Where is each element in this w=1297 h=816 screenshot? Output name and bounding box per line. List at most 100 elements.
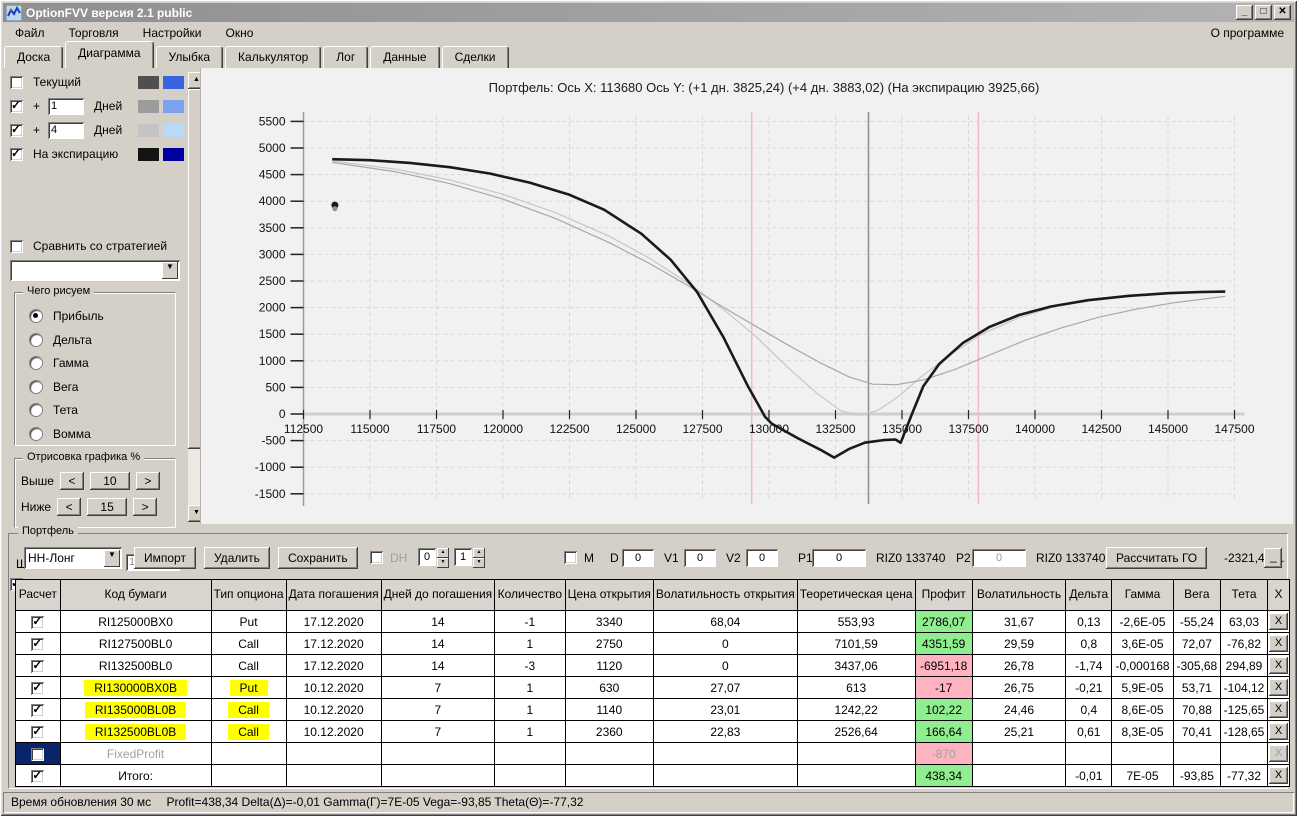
cell-theta: [1220, 742, 1268, 765]
chevron-down-icon[interactable]: ▼: [104, 550, 120, 567]
menu-item-about[interactable]: О программе: [1201, 23, 1294, 43]
table-row[interactable]: ✓ Итого: 438,34 -0,01 7E-05 -93,85 -77,32 X: [15, 764, 1290, 787]
cell-code: RI135000BL0B: [59, 698, 212, 721]
increase-button[interactable]: >: [133, 498, 158, 516]
calc-checkbox[interactable]: [31, 747, 45, 761]
menu-item-Настройки[interactable]: Настройки: [131, 23, 214, 43]
calc-go-button[interactable]: Рассчитать ГО: [1106, 547, 1208, 569]
cell-theta: 63,03: [1220, 610, 1268, 633]
layer-checkbox[interactable]: ✓: [10, 146, 23, 161]
dh-checkbox[interactable]: [370, 551, 383, 564]
tab-Диаграмма[interactable]: Диаграмма: [65, 41, 154, 68]
profit-chart[interactable]: -1500 -1000 -500 0 500 1000 1500 2000 2500 3000 35…: [201, 68, 1293, 524]
table-row[interactable]: ✓ RI135000BL0B Call 10.12.2020 7 1 1140 23,01 12…: [15, 698, 1290, 721]
gray-swatch: [138, 75, 159, 89]
days-input[interactable]: 4: [48, 121, 85, 139]
calc-checkbox[interactable]: ✓: [31, 636, 45, 651]
cell-profit: -17: [914, 676, 973, 699]
strategy-compare-combobox[interactable]: ▼: [10, 260, 180, 281]
remove-row-button[interactable]: X: [1269, 679, 1288, 696]
calc-checkbox[interactable]: ✓: [31, 658, 45, 673]
calc-checkbox[interactable]: ✓: [31, 614, 45, 629]
cell-option-type: Call: [210, 720, 287, 743]
spin-up-icon[interactable]: ▲: [437, 548, 449, 558]
close-button[interactable]: ✕: [1274, 5, 1291, 20]
chevron-down-icon[interactable]: ▼: [162, 262, 178, 279]
svg-text:2500: 2500: [259, 274, 286, 288]
tab-Калькулятор[interactable]: Калькулятор: [225, 46, 322, 68]
table-row[interactable]: FixedProfit -870 X: [15, 742, 1290, 765]
calc-checkbox[interactable]: ✓: [31, 724, 45, 739]
series-+4 Дней: [332, 160, 1226, 416]
increase-button[interactable]: >: [135, 472, 160, 490]
table-row[interactable]: ✓ RI132500BL0B Call 10.12.2020 7 1 2360 22,83 25…: [15, 720, 1290, 743]
tab-Данные[interactable]: Данные: [370, 46, 440, 68]
p1-input[interactable]: 0: [812, 549, 866, 567]
delete-button[interactable]: Удалить: [204, 547, 270, 569]
calc-checkbox[interactable]: ✓: [31, 702, 45, 717]
remove-row-button[interactable]: X: [1269, 657, 1288, 674]
radio-row-Гамма: Гамма: [29, 356, 89, 370]
render-percent-group-label: Отрисовка графика %: [23, 451, 145, 463]
remove-cell: X: [1267, 632, 1290, 655]
dh-spinner-2[interactable]: 1 ▲ ▼: [454, 548, 486, 568]
cell-days-to-expiry: 7: [380, 720, 496, 743]
dh-spinner-1[interactable]: 0 ▲ ▼: [418, 548, 450, 568]
table-row[interactable]: ✓ RI132500BL0 Call 17.12.2020 14 -3 1120 0 3437,…: [15, 654, 1290, 677]
cell-gamma: [1111, 742, 1174, 765]
radio-Тета[interactable]: [29, 403, 43, 417]
layer-color-swatches: [138, 123, 184, 137]
maximize-button[interactable]: □: [1255, 5, 1272, 20]
menu-item-Торговля[interactable]: Торговля: [57, 23, 131, 43]
decrease-button[interactable]: <: [57, 498, 82, 516]
radio-Вега[interactable]: [29, 379, 43, 394]
strategy-select[interactable]: НН-Лонг ▼: [24, 547, 122, 569]
collapse-button[interactable]: _: [1264, 548, 1282, 568]
layer-checkbox[interactable]: ✓: [10, 122, 23, 137]
table-row[interactable]: ✓ RI130000BX0B Put 10.12.2020 7 1 630 27,07 613-…: [15, 676, 1290, 699]
spin-down-icon[interactable]: ▼: [473, 558, 485, 568]
minimize-button[interactable]: _: [1236, 5, 1253, 20]
calc-checkbox[interactable]: ✓: [31, 768, 45, 783]
layer-checkbox[interactable]: [10, 75, 23, 89]
remove-row-button[interactable]: X: [1269, 767, 1288, 784]
m-checkbox[interactable]: [564, 551, 577, 564]
layer-checkbox[interactable]: ✓: [10, 98, 23, 113]
remove-row-button[interactable]: X: [1269, 635, 1288, 652]
table-row[interactable]: ✓ RI125000BX0 Put 17.12.2020 14 -1 3340 68,04 55…: [15, 610, 1290, 633]
svg-text:147500: 147500: [1214, 422, 1254, 436]
render-row-Ниже: Ниже <15 >: [21, 498, 158, 516]
menu-item-Окно[interactable]: Окно: [214, 23, 266, 43]
tab-Сделки[interactable]: Сделки: [441, 46, 509, 68]
cell-open-volatility: [652, 764, 798, 787]
spin-up-icon[interactable]: ▲: [473, 548, 485, 558]
cell-volatility: 24,46: [971, 698, 1067, 721]
tab-Лог[interactable]: Лог: [323, 46, 369, 68]
remove-row-button[interactable]: X: [1269, 701, 1288, 718]
tab-Улыбка[interactable]: Улыбка: [155, 46, 224, 68]
remove-cell: X: [1267, 654, 1290, 677]
tab-Доска[interactable]: Доска: [4, 46, 64, 68]
menu-item-Файл[interactable]: Файл: [3, 23, 57, 43]
v2-input[interactable]: 0: [746, 549, 778, 567]
table-row[interactable]: ✓ RI127500BL0 Call 17.12.2020 14 1 2750 0 7101,5…: [15, 632, 1290, 655]
days-input[interactable]: 1: [48, 97, 85, 115]
radio-Гамма[interactable]: [29, 356, 43, 370]
radio-Вомма[interactable]: [29, 426, 43, 441]
compare-strategy-checkbox[interactable]: [10, 239, 23, 253]
decrease-button[interactable]: <: [59, 472, 84, 490]
cell-open-price: 3340: [564, 610, 654, 633]
calc-checkbox[interactable]: ✓: [31, 680, 45, 695]
radio-Прибыль[interactable]: [29, 309, 43, 323]
remove-row-button[interactable]: X: [1269, 613, 1288, 630]
d-input[interactable]: 0: [622, 549, 654, 567]
cell-option-type: [210, 742, 287, 765]
v1-input[interactable]: 0: [684, 549, 716, 567]
p2-input[interactable]: 0: [972, 549, 1026, 567]
remove-row-button[interactable]: X: [1269, 723, 1288, 740]
import-button[interactable]: Импорт: [134, 547, 196, 569]
save-button[interactable]: Сохранить: [278, 547, 358, 569]
spin-down-icon[interactable]: ▼: [437, 558, 449, 568]
series-+1 Дней: [332, 161, 1226, 386]
radio-Дельта[interactable]: [29, 332, 43, 347]
